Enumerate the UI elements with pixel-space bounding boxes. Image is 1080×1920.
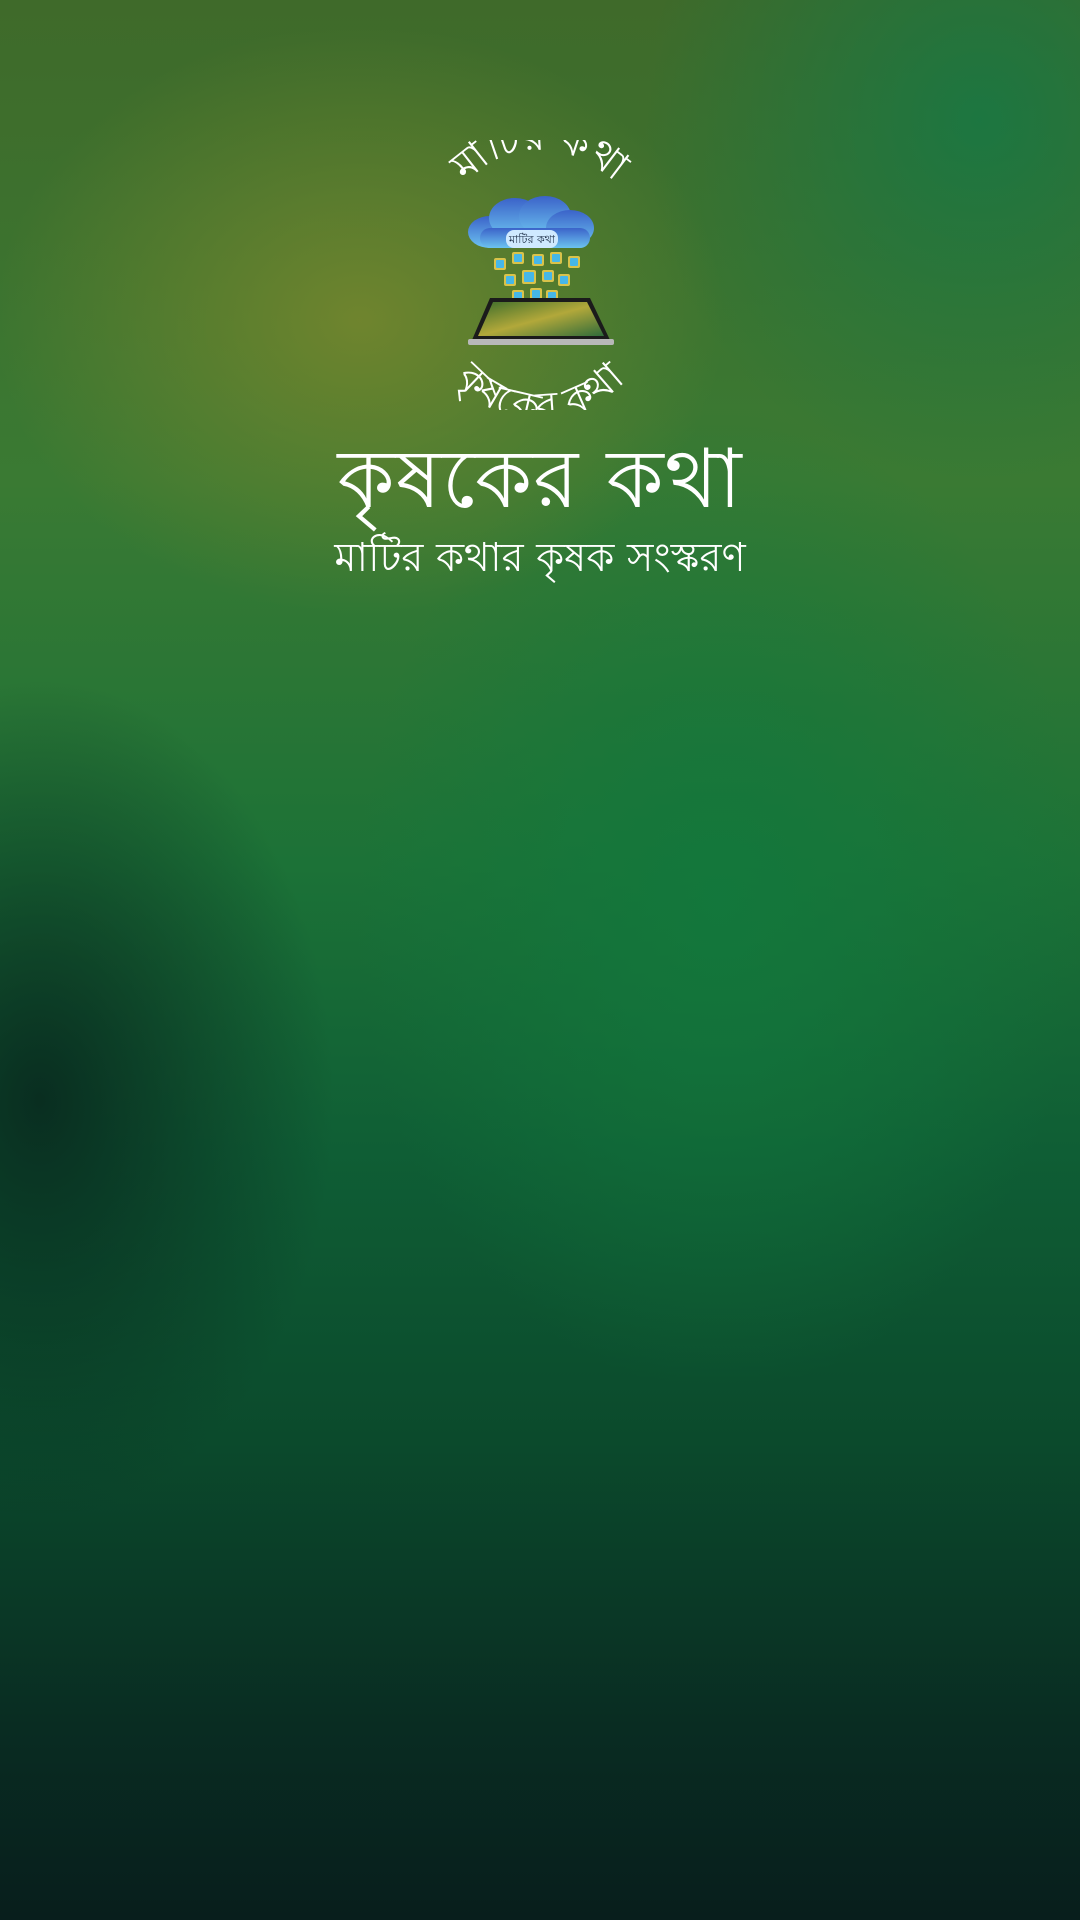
cloud-icon: মাটির কথা [468,196,594,248]
app-subtitle: মাটির কথার কৃষক সংস্করণ [334,535,746,581]
cloud-tablet-logo-icon: মাটির কথা মাটির কথা [442,140,639,410]
app-title: কৃষকের কথা [337,432,743,527]
splash-screen: মাটির কথা মাটির কথা [0,0,1080,1920]
logo-ring-top-text: মাটির কথা [442,140,639,191]
logo-ring-bottom-text: কৃষকের কথা [445,353,633,410]
tablet-icon [468,298,614,345]
cloud-label: মাটির কথা [508,233,556,246]
app-logo: মাটির কথা মাটির কথা [420,140,660,410]
